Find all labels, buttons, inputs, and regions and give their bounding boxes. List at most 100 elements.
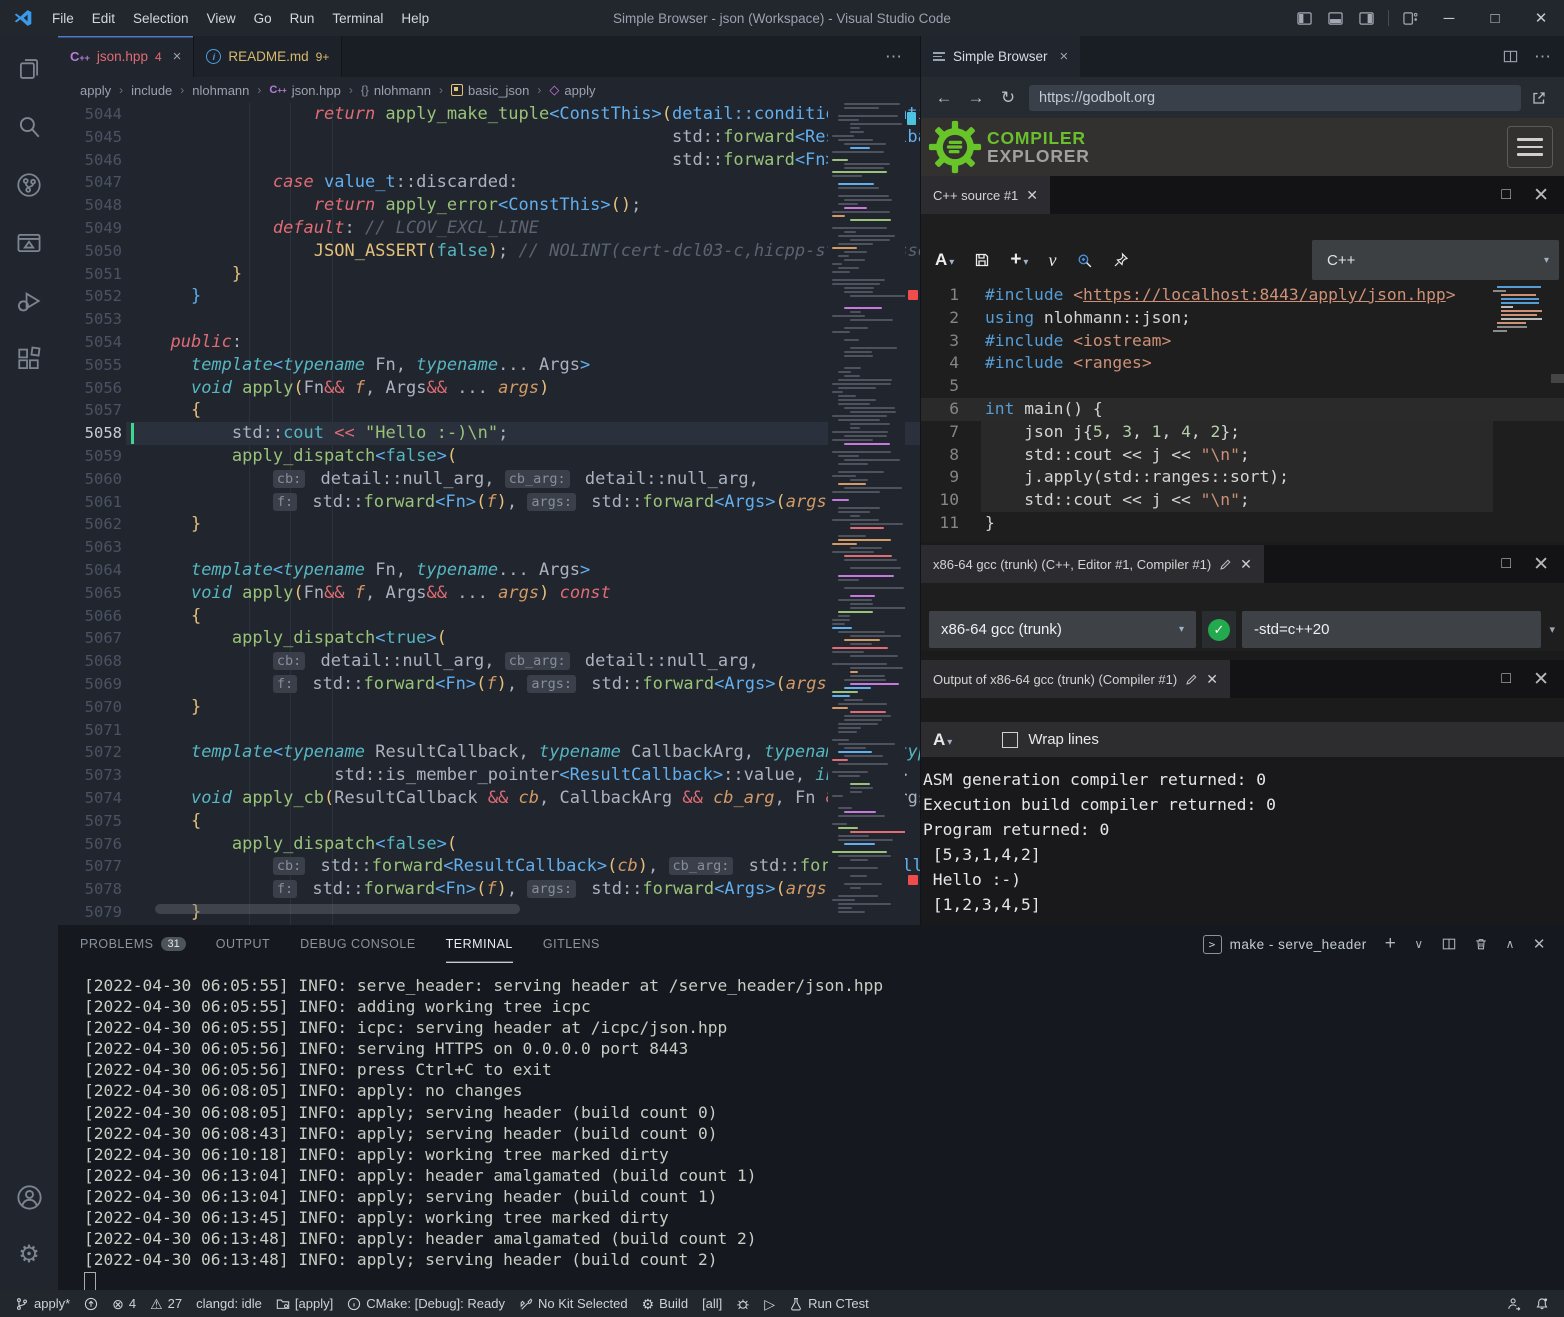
editor-more-actions-icon[interactable]: ⋯ — [885, 36, 920, 77]
close-button[interactable]: ✕ — [1518, 0, 1564, 36]
status-item-publish[interactable] — [77, 1290, 105, 1317]
maximize-panel-icon[interactable]: ∧ — [1506, 937, 1515, 951]
breadcrumb-item[interactable]: basic_json — [451, 83, 529, 98]
close-pane-icon[interactable]: ✕ — [1533, 668, 1549, 691]
horizontal-scrollbar[interactable] — [155, 904, 520, 914]
settings-gear-icon[interactable]: ⚙ — [6, 1230, 52, 1280]
breadcrumb-item[interactable]: {}nlohmann — [361, 83, 431, 98]
reload-icon[interactable]: ↻ — [997, 88, 1019, 108]
add-pane-button[interactable]: +▾ — [1010, 249, 1028, 271]
ce-editor-scrollbar[interactable] — [1551, 374, 1564, 383]
split-terminal-icon[interactable] — [1442, 937, 1456, 951]
menu-terminal[interactable]: Terminal — [323, 11, 392, 26]
maximize-pane-icon[interactable]: □ — [1501, 186, 1511, 204]
tab-json-hpp[interactable]: C++ json.hpp 4 × — [58, 36, 194, 77]
tab-simple-browser[interactable]: Simple Browser × — [921, 36, 1080, 77]
minimize-button[interactable]: ─ — [1426, 0, 1472, 36]
menu-go[interactable]: Go — [245, 11, 281, 26]
status-item-clangd-idle[interactable]: clangd: idle — [189, 1290, 269, 1317]
menu-help[interactable]: Help — [392, 11, 438, 26]
menu-run[interactable]: Run — [281, 11, 324, 26]
panel-tab-problems[interactable]: PROBLEMS31 — [80, 925, 186, 963]
run-and-debug-icon[interactable] — [6, 276, 52, 326]
code-editor[interactable]: 5044 return apply_make_tuple<ConstThis>(… — [58, 103, 920, 925]
rename-pane-icon[interactable] — [1219, 558, 1232, 571]
status-item-4[interactable]: ⊗4 — [105, 1290, 143, 1317]
terminal-process-select[interactable]: > make - serve_header — [1203, 935, 1367, 954]
compiler-pane-tab[interactable]: x86-64 gcc (trunk) (C++, Editor #1, Comp… — [921, 545, 1264, 583]
close-pane-icon[interactable]: ✕ — [1533, 184, 1549, 207]
status-item-apply[interactable]: apply* — [8, 1290, 77, 1317]
breadcrumb-item[interactable]: ◇apply — [549, 82, 595, 98]
toggle-secondary-sidebar-icon[interactable] — [1359, 11, 1374, 26]
status-item-bell[interactable] — [1528, 1297, 1556, 1311]
menu-edit[interactable]: Edit — [83, 11, 124, 26]
breadcrumb[interactable]: apply›include›nlohmann›C++json.hpp›{}nlo… — [58, 77, 920, 103]
kill-terminal-icon[interactable] — [1474, 937, 1488, 951]
url-input[interactable]: https://godbolt.org — [1029, 85, 1521, 111]
ce-source-editor[interactable]: 1#include <https://localhost:8443/apply/… — [921, 282, 1564, 542]
status-item-build[interactable]: ⚙Build — [635, 1290, 695, 1317]
panel-tab-gitlens[interactable]: GITLENS — [543, 925, 600, 963]
panel-tab-output[interactable]: OUTPUT — [216, 925, 270, 963]
compiler-select[interactable]: x86-64 gcc (trunk)▾ — [929, 611, 1196, 648]
explorer-icon[interactable] — [6, 44, 52, 94]
output-pane-tab[interactable]: Output of x86-64 gcc (trunk) (Compiler #… — [921, 660, 1230, 698]
close-icon[interactable]: ✕ — [1026, 187, 1038, 204]
font-size-button[interactable]: A▾ — [935, 250, 954, 270]
breadcrumb-item[interactable]: include — [131, 83, 172, 98]
minimap[interactable] — [828, 103, 905, 925]
status-item-apply[interactable]: [apply] — [269, 1290, 340, 1317]
split-editor-icon[interactable] — [1503, 49, 1518, 64]
menu-file[interactable]: File — [43, 11, 83, 26]
preview-window-icon[interactable] — [6, 218, 52, 268]
status-item-no-kit-selected[interactable]: No Kit Selected — [512, 1290, 635, 1317]
panel-tab-debug-console[interactable]: DEBUG CONSOLE — [300, 925, 416, 963]
wrap-lines-checkbox[interactable] — [1002, 732, 1018, 748]
terminal-dropdown-icon[interactable]: ∨ — [1414, 937, 1423, 951]
source-control-icon[interactable] — [6, 160, 52, 210]
close-panel-icon[interactable]: ✕ — [1533, 935, 1546, 953]
more-actions-icon[interactable]: ⋯ — [1534, 47, 1551, 67]
breadcrumb-item[interactable]: nlohmann — [192, 83, 249, 98]
back-icon[interactable]: ← — [933, 88, 955, 108]
maximize-pane-icon[interactable]: □ — [1501, 670, 1511, 688]
save-icon[interactable] — [974, 252, 990, 268]
options-caret-icon[interactable]: ▾ — [1547, 623, 1557, 636]
breadcrumb-item[interactable]: C++json.hpp — [269, 83, 340, 98]
forward-icon[interactable]: → — [965, 88, 987, 108]
status-item-bug[interactable] — [729, 1290, 757, 1317]
vim-toggle-icon[interactable]: v — [1048, 250, 1056, 271]
include-url-link[interactable]: https://localhost:8443/apply/json.hpp — [1083, 285, 1446, 304]
terminal-output[interactable]: [2022-04-30 06:05:55] INFO: serve_header… — [58, 963, 1564, 1292]
toggle-panel-icon[interactable] — [1328, 11, 1343, 26]
panel-tab-terminal[interactable]: TERMINAL — [446, 925, 513, 963]
pin-icon[interactable] — [1113, 252, 1129, 268]
tab-readme-md[interactable]: i README.md 9+ — [194, 36, 342, 77]
search-icon[interactable] — [6, 102, 52, 152]
source-pane-tab[interactable]: C++ source #1 ✕ — [921, 176, 1050, 214]
close-pane-icon[interactable]: ✕ — [1533, 553, 1549, 576]
breadcrumb-item[interactable]: apply — [80, 83, 111, 98]
rename-pane-icon[interactable] — [1185, 673, 1198, 686]
hamburger-menu-icon[interactable] — [1507, 126, 1553, 168]
menu-selection[interactable]: Selection — [124, 11, 198, 26]
new-terminal-icon[interactable]: + — [1385, 933, 1397, 955]
maximize-pane-icon[interactable]: □ — [1501, 555, 1511, 573]
status-item-play[interactable]: ▷ — [757, 1290, 782, 1317]
tab-close-icon[interactable]: × — [1060, 48, 1069, 65]
tab-close-icon[interactable]: × — [173, 48, 182, 65]
font-size-button[interactable]: A▾ — [933, 730, 952, 750]
maximize-button[interactable]: □ — [1472, 0, 1518, 36]
menu-view[interactable]: View — [198, 11, 245, 26]
status-item-run-ctest[interactable]: Run CTest — [782, 1290, 876, 1317]
compiler-options-input[interactable]: -std=c++20 — [1242, 611, 1541, 648]
close-icon[interactable]: ✕ — [1206, 671, 1218, 688]
open-external-icon[interactable] — [1531, 90, 1553, 106]
extensions-icon[interactable] — [6, 334, 52, 384]
zoom-search-icon[interactable] — [1076, 252, 1093, 269]
close-icon[interactable]: ✕ — [1240, 556, 1252, 573]
customize-layout-icon[interactable] — [1403, 11, 1418, 26]
status-item-person[interactable] — [1500, 1297, 1528, 1311]
status-item-27[interactable]: ⚠27 — [143, 1290, 189, 1317]
